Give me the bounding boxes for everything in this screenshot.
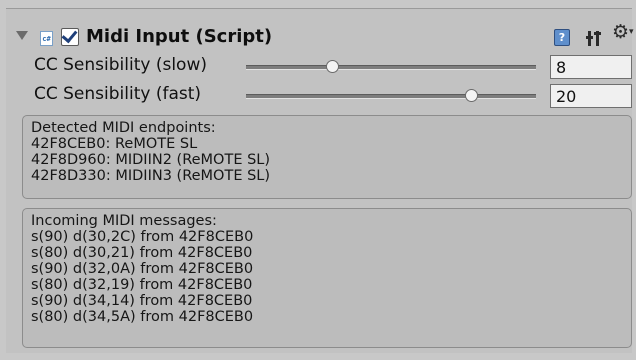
message-line: s(80) d(32,19) from 42F8CEB0 <box>31 277 253 293</box>
message-line: s(80) d(30,21) from 42F8CEB0 <box>31 245 253 261</box>
endpoints-line: Detected MIDI endpoints: <box>31 120 216 136</box>
help-book-icon[interactable]: ? <box>554 29 570 46</box>
checkmark-icon <box>61 26 78 44</box>
fast-value-field[interactable]: 20 <box>550 84 632 108</box>
slider-label-slow: CC Sensibility (slow) <box>34 55 207 75</box>
message-line: s(90) d(32,0A) from 42F8CEB0 <box>31 261 254 277</box>
slider-row-slow: CC Sensibility (slow) 8 <box>6 53 632 81</box>
slider-thumb-fast[interactable] <box>465 89 479 102</box>
message-line: s(80) d(34,5A) from 42F8CEB0 <box>31 309 254 325</box>
slider-thumb-slow[interactable] <box>326 60 339 73</box>
endpoints-line: 42F8D960: MIDIIN2 (ReMOTE SL) <box>31 152 271 168</box>
enabled-checkbox[interactable] <box>61 26 79 46</box>
component-title: Midi Input (Script) <box>86 26 273 47</box>
csharp-script-icon: c# <box>40 31 53 46</box>
gear-icon[interactable]: ⚙▾ <box>612 22 634 42</box>
slider-label-fast: CC Sensibility (fast) <box>34 84 202 104</box>
slider-track-slow[interactable] <box>246 60 536 73</box>
message-line: s(90) d(34,14) from 42F8CEB0 <box>31 293 253 309</box>
message-line: s(90) d(30,2C) from 42F8CEB0 <box>31 229 254 245</box>
endpoints-line: 42F8CEB0: ReMOTE SL <box>31 136 198 152</box>
slider-row-fast: CC Sensibility (fast) 20 <box>6 82 632 110</box>
component-header[interactable]: c# Midi Input (Script) ? ⚙▾ <box>6 17 634 51</box>
slider-track-fast[interactable] <box>246 89 536 102</box>
presets-sliders-icon[interactable] <box>586 28 604 48</box>
endpoints-helpbox: Detected MIDI endpoints: 42F8CEB0: ReMOT… <box>22 115 632 199</box>
foldout-arrow-icon[interactable] <box>16 31 28 40</box>
messages-helpbox: Incoming MIDI messages: s(90) d(30,2C) f… <box>22 208 632 348</box>
inspector-component-panel: c# Midi Input (Script) ? ⚙▾ CC Sensibili… <box>6 8 634 353</box>
message-line: Incoming MIDI messages: <box>31 213 217 229</box>
slow-value-field[interactable]: 8 <box>550 55 632 79</box>
endpoints-line: 42F8D330: MIDIIN3 (ReMOTE SL) <box>31 168 271 184</box>
